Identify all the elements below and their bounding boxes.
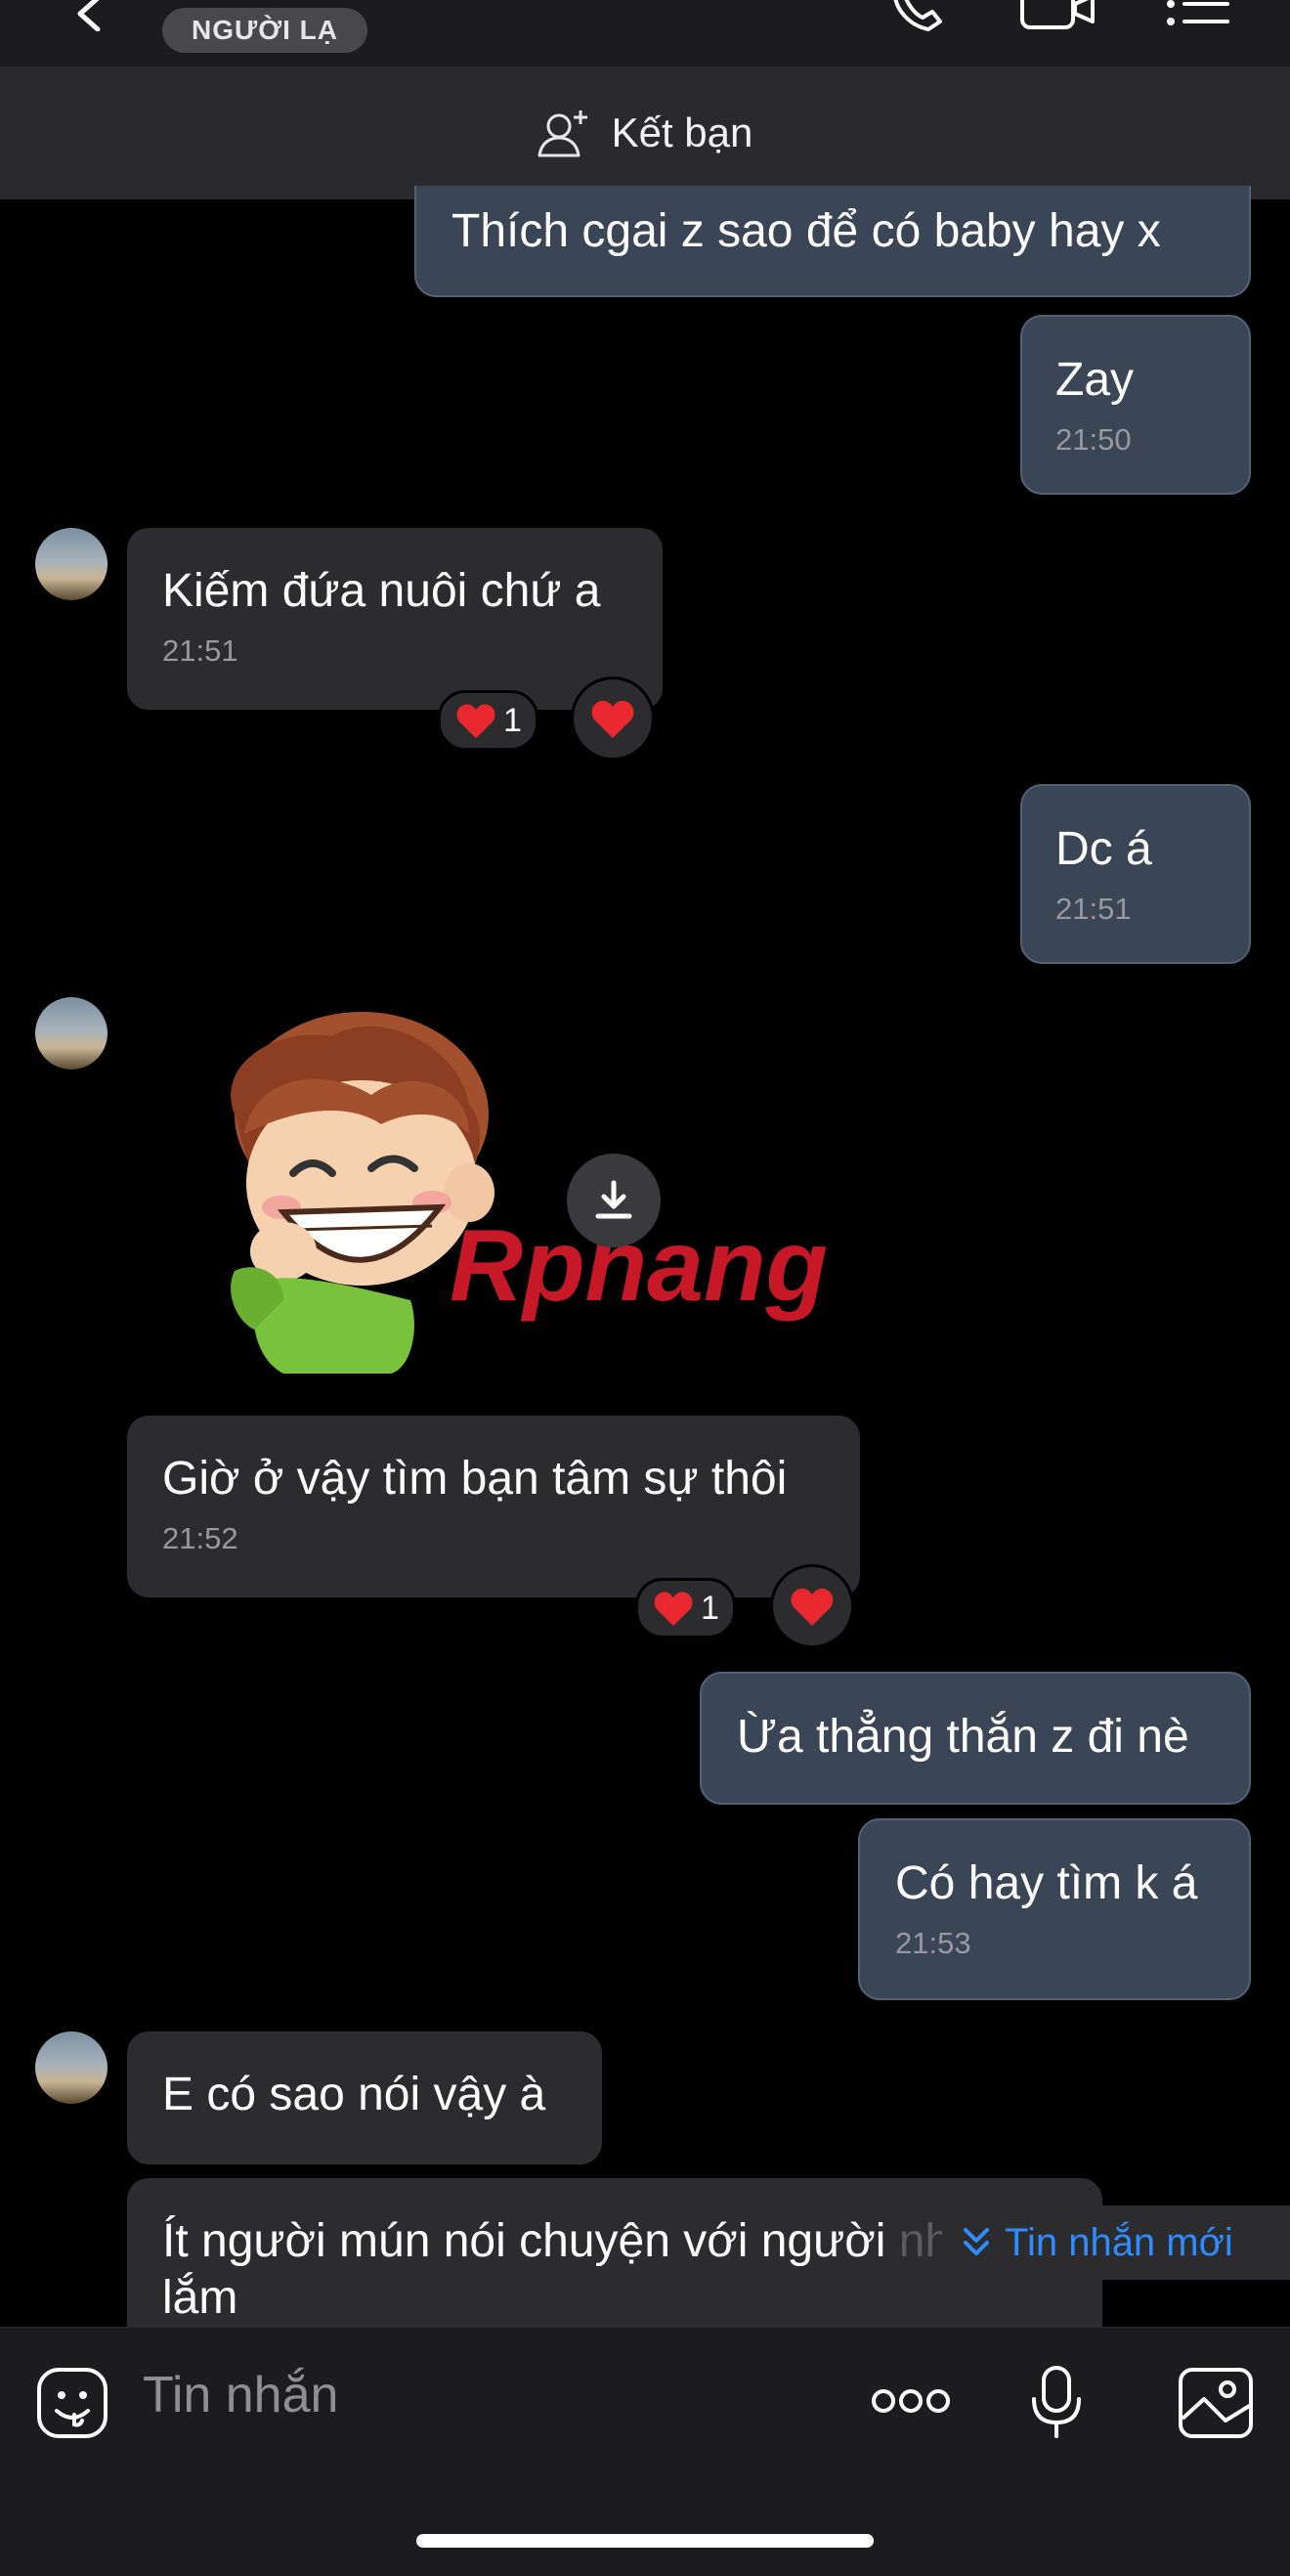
incoming-message[interactable]: Giờ ở vậy tìm bạn tâm sự thôi 21:52 xyxy=(127,1416,860,1597)
stranger-badge: NGƯỜI LẠ xyxy=(162,8,367,53)
download-button[interactable] xyxy=(567,1154,661,1247)
home-indicator xyxy=(416,2534,874,2548)
reaction-summary[interactable]: 1 xyxy=(438,690,538,751)
message-time: 21:52 xyxy=(162,1521,238,1555)
phone-icon[interactable] xyxy=(889,0,952,31)
message-time: 21:53 xyxy=(895,1926,971,1960)
message-time: 21:50 xyxy=(1055,422,1132,457)
outgoing-message[interactable]: Có hay tìm k á 21:53 xyxy=(858,1818,1251,2000)
avatar[interactable] xyxy=(35,2031,108,2104)
message-time: 21:51 xyxy=(162,633,238,668)
back-icon[interactable] xyxy=(68,0,108,31)
incoming-message[interactable]: E có sao nói vậy à xyxy=(127,2031,602,2164)
outgoing-message[interactable]: Dc á 21:51 xyxy=(1020,784,1251,964)
add-friend-button[interactable]: Kết bạn xyxy=(0,66,1290,199)
add-friend-icon xyxy=(538,110,587,157)
double-chevron-down-icon xyxy=(964,2228,989,2255)
emoji-sticker-icon[interactable] xyxy=(35,2366,109,2440)
incoming-message[interactable]: Kiếm đứa nuôi chứ a 21:51 xyxy=(127,528,663,710)
reaction-summary[interactable]: 1 xyxy=(635,1578,736,1638)
video-call-icon[interactable] xyxy=(1018,0,1096,31)
outgoing-message[interactable]: Ừa thẳng thắn z đi nè xyxy=(700,1672,1251,1805)
download-icon xyxy=(595,1180,632,1219)
heart-icon xyxy=(456,704,495,739)
message-text: Ừa thẳng thắn z đi nè xyxy=(737,1711,1189,1763)
avatar[interactable] xyxy=(35,997,108,1070)
reaction-count: 1 xyxy=(503,701,522,739)
sticker-image: Rphang xyxy=(231,1012,828,1374)
message-text: Dc á xyxy=(1055,823,1152,875)
react-button[interactable] xyxy=(571,677,655,761)
message-text: Giờ ở vậy tìm bạn tâm sự thôi xyxy=(162,1453,788,1505)
message-input[interactable]: Tin nhắn xyxy=(143,2366,338,2424)
message-text-line1: Ít người mún nói chuyện với người nhu xyxy=(162,2215,977,2267)
message-text: Zay xyxy=(1055,354,1135,406)
heart-icon xyxy=(591,700,634,738)
add-friend-label: Kết bạn xyxy=(611,109,753,155)
top-bar: NGƯỜI LẠ xyxy=(0,0,1290,67)
react-button[interactable] xyxy=(770,1564,854,1648)
message-text: E có sao nói vậy à xyxy=(162,2069,546,2120)
avatar[interactable] xyxy=(35,528,108,600)
outgoing-message[interactable]: Thích cgai z sao để có baby hay x xyxy=(414,186,1251,297)
new-messages-button[interactable]: Tin nhắn mới xyxy=(942,2205,1290,2280)
heart-icon xyxy=(791,1588,834,1626)
message-text: Có hay tìm k á xyxy=(895,1857,1198,1909)
outgoing-message[interactable]: Zay 21:50 xyxy=(1020,315,1251,495)
heart-icon xyxy=(654,1592,693,1627)
reaction-count: 1 xyxy=(701,1589,719,1627)
image-gallery-icon[interactable] xyxy=(1177,2366,1255,2440)
menu-list-icon[interactable] xyxy=(1163,0,1233,31)
message-text: Kiếm đứa nuôi chứ a xyxy=(162,565,601,617)
new-messages-label: Tin nhắn mới xyxy=(1005,2220,1233,2264)
message-text-line2: lắm xyxy=(162,2272,238,2324)
more-options-icon[interactable] xyxy=(870,2381,952,2421)
message-text: Thích cgai z sao để có baby hay x xyxy=(452,205,1161,257)
microphone-icon[interactable] xyxy=(1028,2364,1087,2442)
message-time: 21:51 xyxy=(1055,892,1132,926)
sticker-message[interactable]: Rphang xyxy=(176,1007,860,1398)
